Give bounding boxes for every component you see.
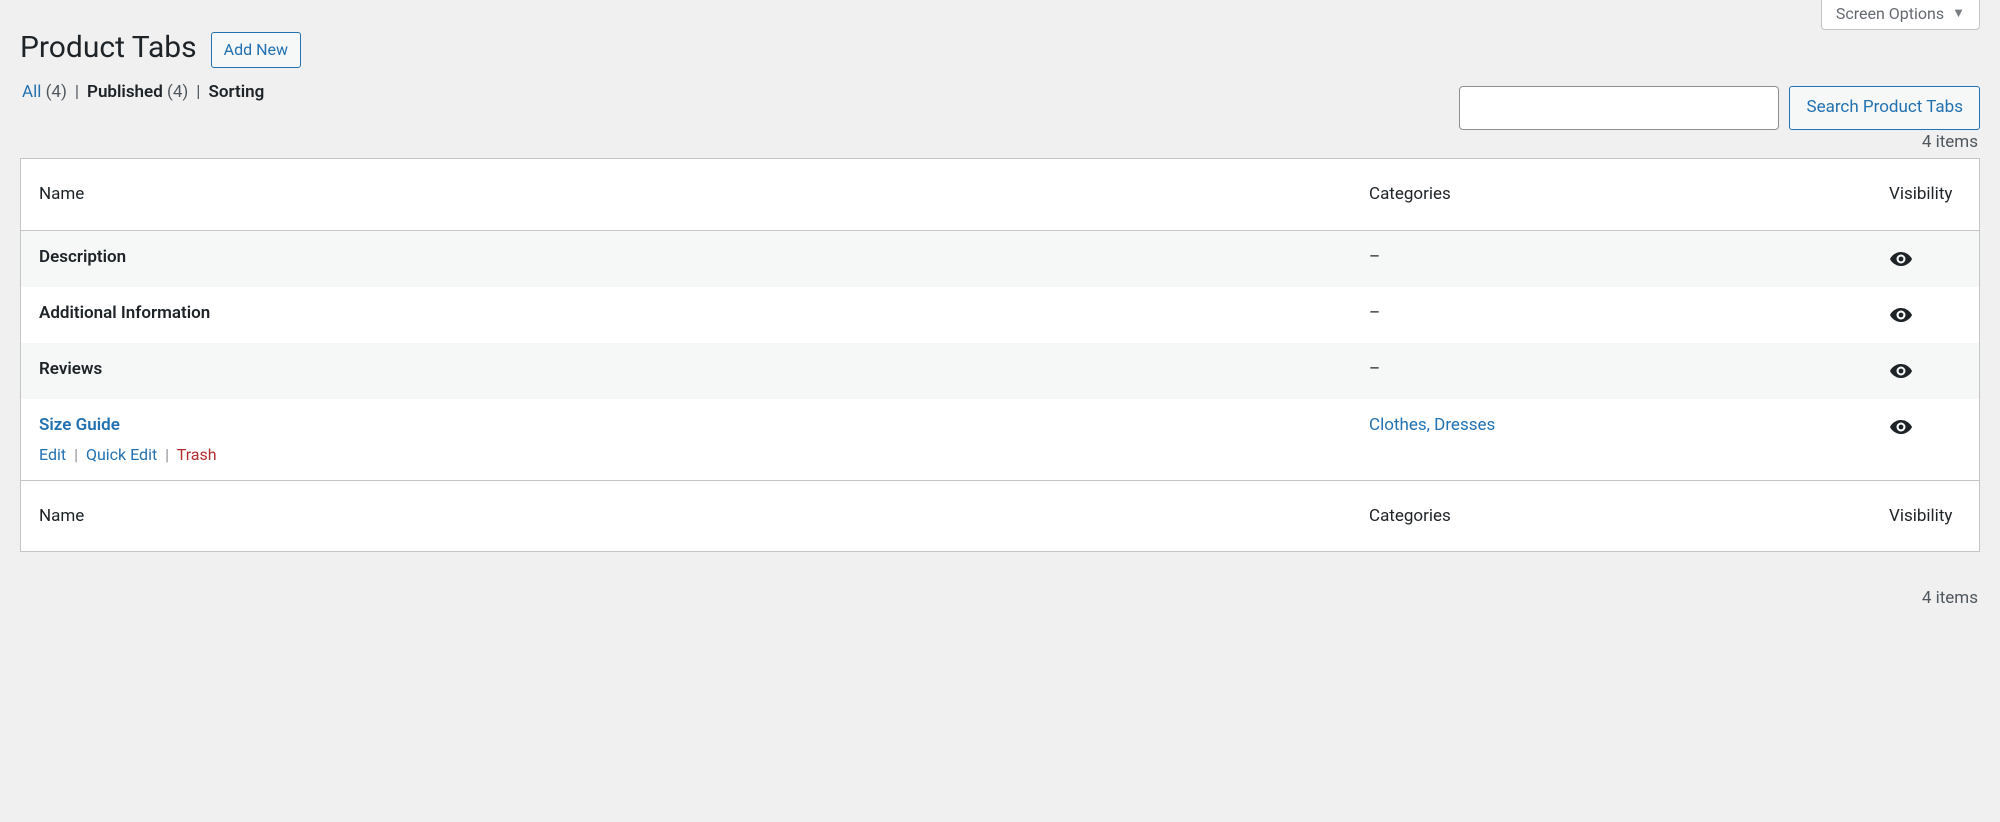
filter-sorting[interactable]: Sorting [208, 82, 264, 102]
row-categories: – [1369, 303, 1380, 323]
filter-published[interactable]: Published [87, 82, 163, 102]
row-categories: – [1369, 247, 1380, 267]
visibility-icon [1889, 415, 1913, 439]
filter-all-count: (4) [46, 82, 67, 102]
items-count-bottom: 4 items [1922, 588, 1978, 608]
row-categories: – [1369, 359, 1380, 379]
column-header-visibility[interactable]: Visibility [1871, 159, 1979, 231]
quick-edit-link[interactable]: Quick Edit [86, 445, 157, 464]
product-tabs-table: Name Categories Visibility Description – [20, 158, 1980, 553]
edit-link[interactable]: Edit [39, 445, 66, 464]
table-row: Size Guide Edit | Quick Edit | Trash Clo… [21, 399, 1979, 480]
trash-link[interactable]: Trash [177, 445, 217, 464]
screen-options-label: Screen Options [1836, 4, 1944, 23]
column-footer-categories[interactable]: Categories [1351, 480, 1871, 552]
visibility-icon [1889, 359, 1913, 383]
column-footer-visibility[interactable]: Visibility [1871, 480, 1979, 552]
visibility-icon [1889, 303, 1913, 327]
filter-published-count: (4) [167, 82, 188, 102]
column-header-categories[interactable]: Categories [1351, 159, 1871, 231]
filter-all[interactable]: All [22, 82, 41, 102]
search-button[interactable]: Search Product Tabs [1789, 86, 1980, 130]
page-title: Product Tabs [20, 30, 197, 65]
row-title[interactable]: Reviews [39, 359, 102, 379]
row-title[interactable]: Additional Information [39, 303, 210, 323]
row-categories[interactable]: Clothes, Dresses [1369, 415, 1495, 435]
row-title[interactable]: Description [39, 247, 126, 267]
search-input[interactable] [1459, 86, 1779, 130]
visibility-icon [1889, 247, 1913, 271]
table-row: Reviews – [21, 343, 1979, 399]
row-actions: Edit | Quick Edit | Trash [39, 445, 1339, 464]
column-footer-name[interactable]: Name [21, 480, 1351, 552]
items-count-top: 4 items [1922, 132, 1978, 152]
screen-options-button[interactable]: Screen Options ▼ [1821, 0, 1980, 30]
table-row: Description – [21, 231, 1979, 287]
add-new-button[interactable]: Add New [211, 32, 301, 68]
row-title[interactable]: Size Guide [39, 415, 120, 435]
table-row: Additional Information – [21, 287, 1979, 343]
chevron-down-icon: ▼ [1952, 7, 1965, 20]
column-header-name[interactable]: Name [21, 159, 1351, 231]
